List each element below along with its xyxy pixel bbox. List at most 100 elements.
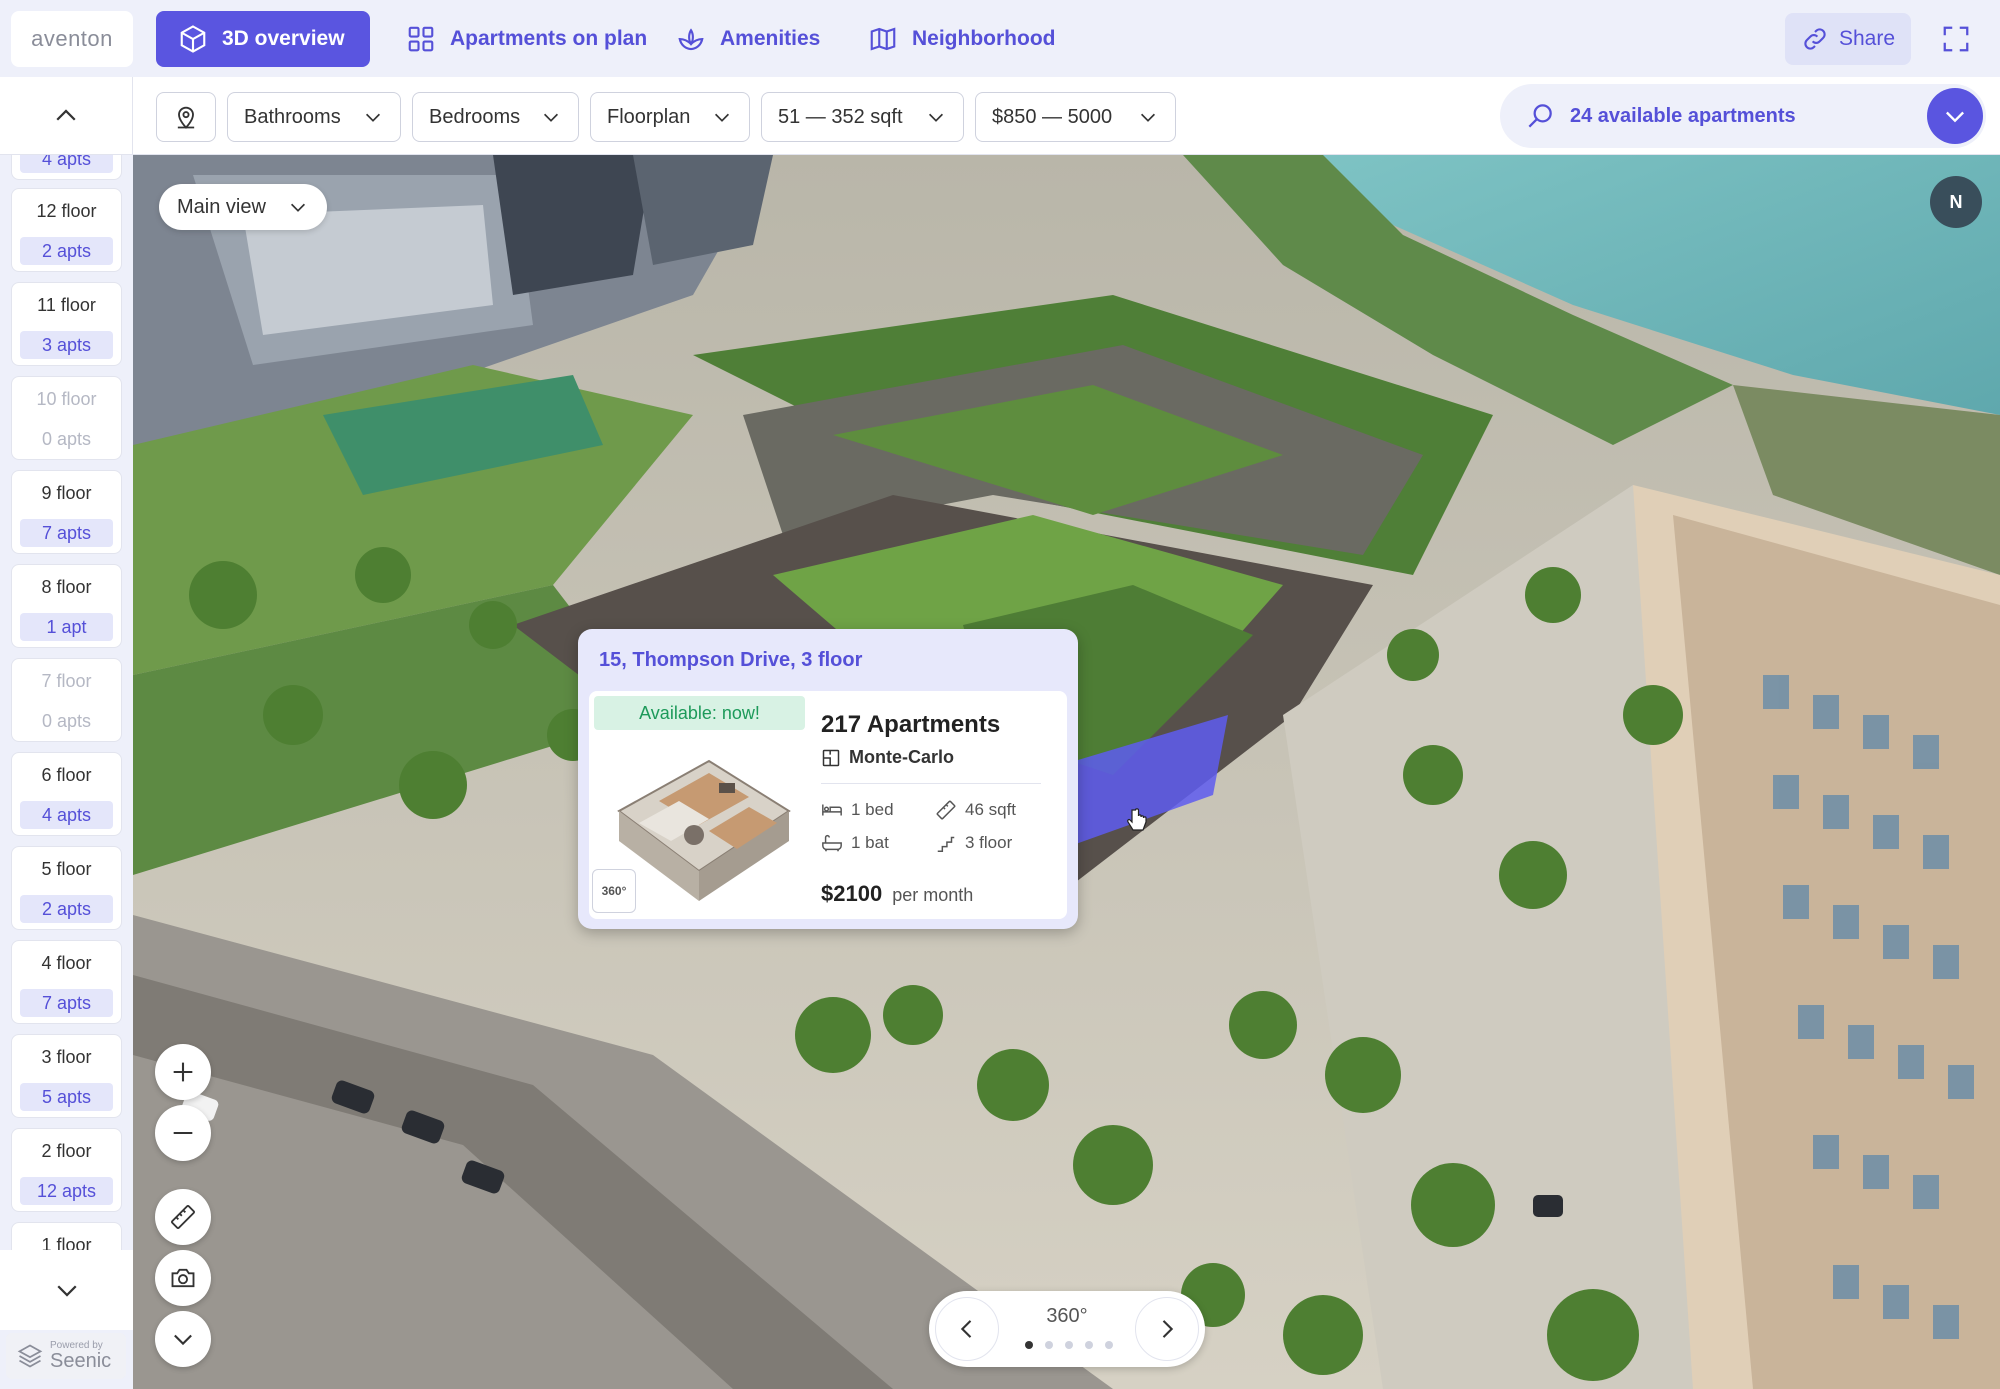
pano-360-label: 360° xyxy=(601,884,627,898)
floor-apts-count: 4 apts xyxy=(20,801,113,829)
area-spec: 46 sqft xyxy=(935,799,1016,821)
rotate-right-button[interactable] xyxy=(1135,1297,1199,1361)
chevron-down-icon xyxy=(1946,111,1964,123)
share-button[interactable]: Share xyxy=(1785,13,1911,65)
bathrooms-filter[interactable]: Bathrooms xyxy=(227,92,401,142)
floor-apts-count: 4 apts xyxy=(20,155,113,173)
minus-icon xyxy=(173,1131,193,1135)
filter-label: Bathrooms xyxy=(244,105,341,128)
floor-spec: 3 floor xyxy=(935,832,1012,854)
floor-label: 11 floor xyxy=(37,295,96,315)
price-value: $2100 xyxy=(821,881,883,906)
floor-apts-count: 7 apts xyxy=(20,989,113,1017)
tools-collapse-button[interactable] xyxy=(155,1311,211,1367)
fullscreen-icon xyxy=(1943,26,1969,52)
floor-item-9[interactable]: 9 floor 7 apts xyxy=(11,470,122,554)
view-select[interactable]: Main view xyxy=(159,184,327,230)
chevron-up-icon xyxy=(56,109,76,121)
share-label: Share xyxy=(1838,27,1896,50)
chevron-right-icon xyxy=(1162,1320,1174,1338)
chevron-down-icon xyxy=(56,1285,77,1297)
available-apartments-button[interactable]: 24 available apartments xyxy=(1500,84,1986,148)
floor-item-6[interactable]: 6 floor 4 apts xyxy=(11,752,122,836)
fullscreen-button[interactable] xyxy=(1935,18,1977,60)
tab-amenities[interactable]: Amenities xyxy=(654,11,842,67)
apartment-popup[interactable]: 15, Thompson Drive, 3 floor Available: n… xyxy=(578,629,1078,929)
apartment-name: 217 Apartments xyxy=(821,711,1001,738)
top-navigation: aventon 3D overview Apartments on plan A… xyxy=(0,0,2000,77)
floor-apts-count: 3 apts xyxy=(20,331,113,359)
filter-label: $850 — 5000 xyxy=(992,105,1113,128)
zoom-in-button[interactable] xyxy=(155,1044,211,1100)
chevron-down-icon xyxy=(365,113,381,122)
position-dot[interactable] xyxy=(1045,1341,1053,1349)
screenshot-button[interactable] xyxy=(155,1250,211,1306)
floor-item-7[interactable]: 7 floor 0 apts xyxy=(11,658,122,742)
price-row: $2100 per month xyxy=(821,881,973,907)
bedrooms-filter[interactable]: Bedrooms xyxy=(412,92,579,142)
floor-item-4[interactable]: 4 floor 7 apts xyxy=(11,940,122,1024)
plus-icon xyxy=(173,1062,193,1082)
position-dot[interactable] xyxy=(1065,1341,1073,1349)
floor-label: 7 floor xyxy=(41,671,92,691)
apartment-card[interactable]: Available: now! 360° 217 Apartments Mont… xyxy=(589,691,1067,919)
floor-apts-count: 7 apts xyxy=(20,519,113,547)
floor-apts-count: 0 apts xyxy=(20,425,113,453)
floor-item-5[interactable]: 5 floor 2 apts xyxy=(11,846,122,930)
floor-item-3[interactable]: 3 floor 5 apts xyxy=(11,1034,122,1118)
measure-button[interactable] xyxy=(155,1189,211,1245)
ruler-icon xyxy=(171,1205,195,1229)
floorplan-name-row: Monte-Carlo xyxy=(821,747,954,768)
zoom-out-button[interactable] xyxy=(155,1105,211,1161)
chevron-down-icon xyxy=(290,203,306,212)
position-dot[interactable] xyxy=(1105,1341,1113,1349)
floors-scroll-up-button[interactable] xyxy=(0,77,133,155)
floor-label: 3 floor xyxy=(41,1047,92,1067)
3d-viewport[interactable]: Main view N 360° 15, Thompson Drive, 3 f… xyxy=(133,155,2000,1389)
position-dot[interactable] xyxy=(1025,1341,1033,1349)
map-icon xyxy=(870,27,896,51)
position-dot[interactable] xyxy=(1085,1341,1093,1349)
availability-badge: Available: now! xyxy=(594,696,805,730)
floor-item-2[interactable]: 2 floor 12 apts xyxy=(11,1128,122,1212)
location-filter-button[interactable] xyxy=(156,92,216,142)
compass-button[interactable]: N xyxy=(1930,176,1982,228)
rotation-position-dots xyxy=(1025,1341,1113,1349)
tab-3d-overview[interactable]: 3D overview xyxy=(156,11,370,67)
floorplan-icon xyxy=(822,749,840,766)
apartment-address[interactable]: 15, Thompson Drive, 3 floor xyxy=(599,649,862,672)
floor-item[interactable]: 4 apts xyxy=(11,155,122,180)
floor-item-11[interactable]: 11 floor 3 apts xyxy=(11,282,122,366)
available-count: 24 available apartments xyxy=(1570,104,1796,127)
stairs-icon xyxy=(937,836,955,852)
price-range-filter[interactable]: $850 — 5000 xyxy=(975,92,1176,142)
area-range-filter[interactable]: 51 — 352 sqft xyxy=(761,92,964,142)
powered-by-badge[interactable]: Powered by Seenic xyxy=(6,1333,126,1379)
tab-label: Neighborhood xyxy=(912,27,1056,50)
powered-by-brand: Seenic xyxy=(50,1350,112,1372)
chevron-down-icon xyxy=(543,113,559,122)
floor-item-12[interactable]: 12 floor 2 apts xyxy=(11,188,122,272)
floor-selector: 4 apts 12 floor 2 apts 11 floor 3 apts 1… xyxy=(0,155,133,1389)
hand-cursor-icon xyxy=(1127,808,1147,831)
floors-scroll-down-button[interactable] xyxy=(0,1250,133,1330)
floorplan-filter[interactable]: Floorplan xyxy=(590,92,750,142)
area-value: 46 sqft xyxy=(965,800,1017,819)
brand-logo[interactable]: aventon xyxy=(11,11,133,67)
rotation-control: 360° xyxy=(929,1291,1205,1367)
floor-item-8[interactable]: 8 floor 1 apt xyxy=(11,564,122,648)
chevron-down-icon xyxy=(174,1334,192,1346)
floor-item-10[interactable]: 10 floor 0 apts xyxy=(11,376,122,460)
beds-value: 1 bed xyxy=(851,800,894,819)
bathtub-icon xyxy=(822,834,842,852)
floor-label: 8 floor xyxy=(41,577,92,597)
tab-neighborhood[interactable]: Neighborhood xyxy=(846,11,1077,67)
camera-icon xyxy=(171,1268,195,1288)
tab-apartments-on-plan[interactable]: Apartments on plan xyxy=(384,11,669,67)
filter-label: 51 — 352 sqft xyxy=(778,105,903,128)
floor-label: 12 floor xyxy=(36,201,97,221)
lotus-icon xyxy=(678,28,704,51)
pano-360-button[interactable]: 360° xyxy=(592,869,636,913)
apartments-list-toggle[interactable] xyxy=(1927,88,1983,144)
view-select-label: Main view xyxy=(177,195,266,218)
